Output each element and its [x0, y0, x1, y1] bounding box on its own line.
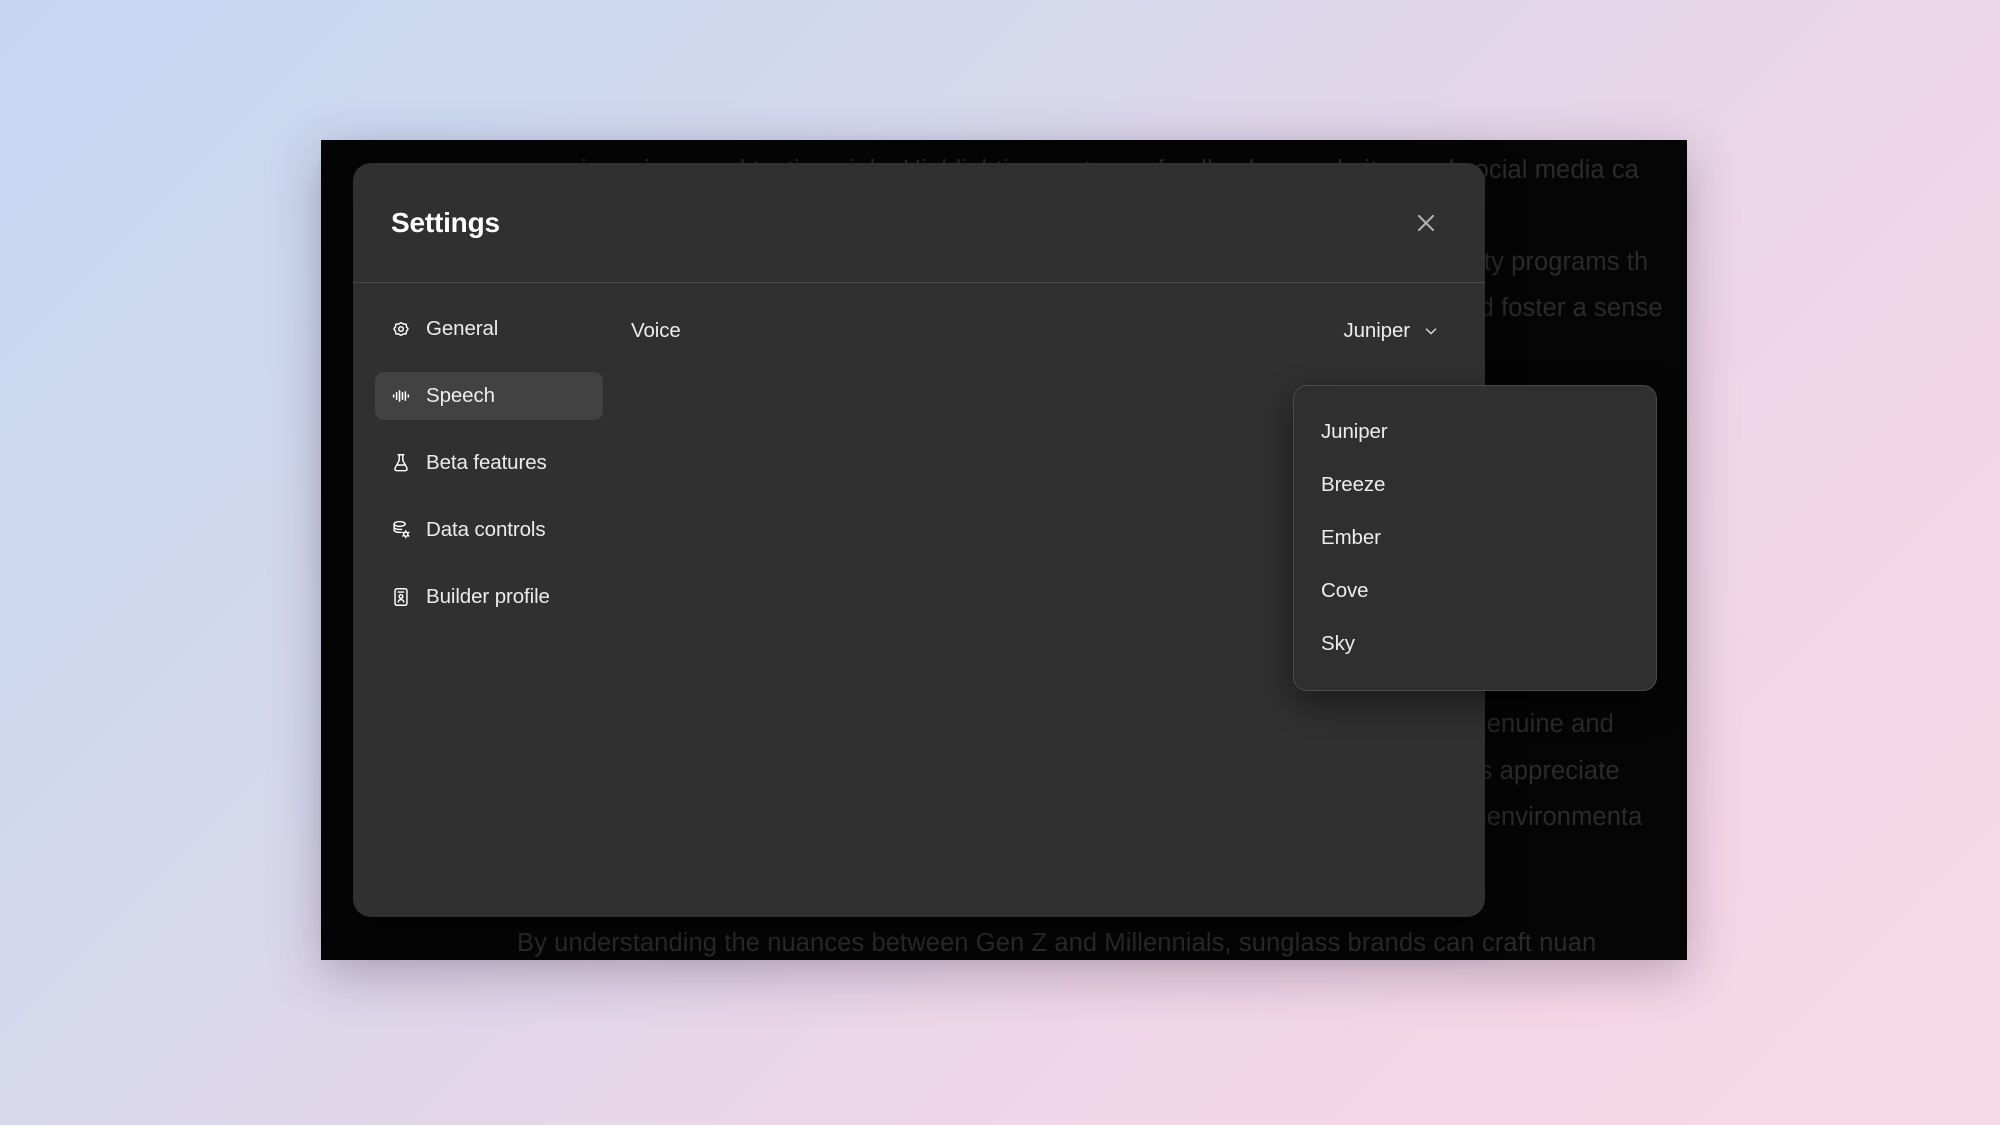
voice-dropdown-menu: Juniper Breeze Ember Cove Sky: [1293, 385, 1657, 691]
sidebar-item-label: Builder profile: [426, 585, 550, 608]
page-title: Settings: [391, 206, 500, 238]
dropdown-option-cove[interactable]: Cove: [1294, 564, 1656, 617]
flask-icon: [389, 452, 412, 475]
modal-header: Settings: [353, 163, 1485, 283]
dropdown-option-juniper[interactable]: Juniper: [1294, 405, 1656, 458]
dropdown-option-ember[interactable]: Ember: [1294, 511, 1656, 564]
waveform-icon: [389, 385, 412, 408]
sidebar-item-data-controls[interactable]: Data controls: [375, 506, 603, 554]
sidebar-item-general[interactable]: General: [375, 305, 603, 353]
voice-selected-value: Juniper: [1343, 319, 1410, 342]
settings-sidebar: General Speech Beta features Data contro…: [353, 305, 619, 917]
database-gear-icon: [389, 519, 412, 542]
settings-modal: Settings General Speech Beta features Da…: [353, 163, 1657, 917]
id-card-icon: [389, 586, 412, 609]
voice-label: Voice: [631, 319, 681, 342]
chevron-down-icon: [1421, 321, 1441, 341]
close-icon: [1413, 210, 1439, 236]
gear-icon: [389, 318, 412, 341]
sidebar-item-speech[interactable]: Speech: [375, 372, 603, 420]
voice-setting-row: Voice Juniper: [631, 309, 1443, 353]
sidebar-item-label: Beta features: [426, 451, 547, 474]
sidebar-item-label: Speech: [426, 384, 495, 407]
background-text-line: By understanding the nuances between Gen…: [517, 929, 1597, 957]
voice-select[interactable]: Juniper: [1341, 315, 1443, 347]
close-button[interactable]: [1404, 201, 1448, 245]
dropdown-option-breeze[interactable]: Breeze: [1294, 458, 1656, 511]
sidebar-item-label: Data controls: [426, 518, 546, 541]
dropdown-option-sky[interactable]: Sky: [1294, 617, 1656, 670]
sidebar-item-label: General: [426, 317, 499, 340]
sidebar-item-builder-profile[interactable]: Builder profile: [375, 573, 603, 621]
sidebar-item-beta-features[interactable]: Beta features: [375, 439, 603, 487]
